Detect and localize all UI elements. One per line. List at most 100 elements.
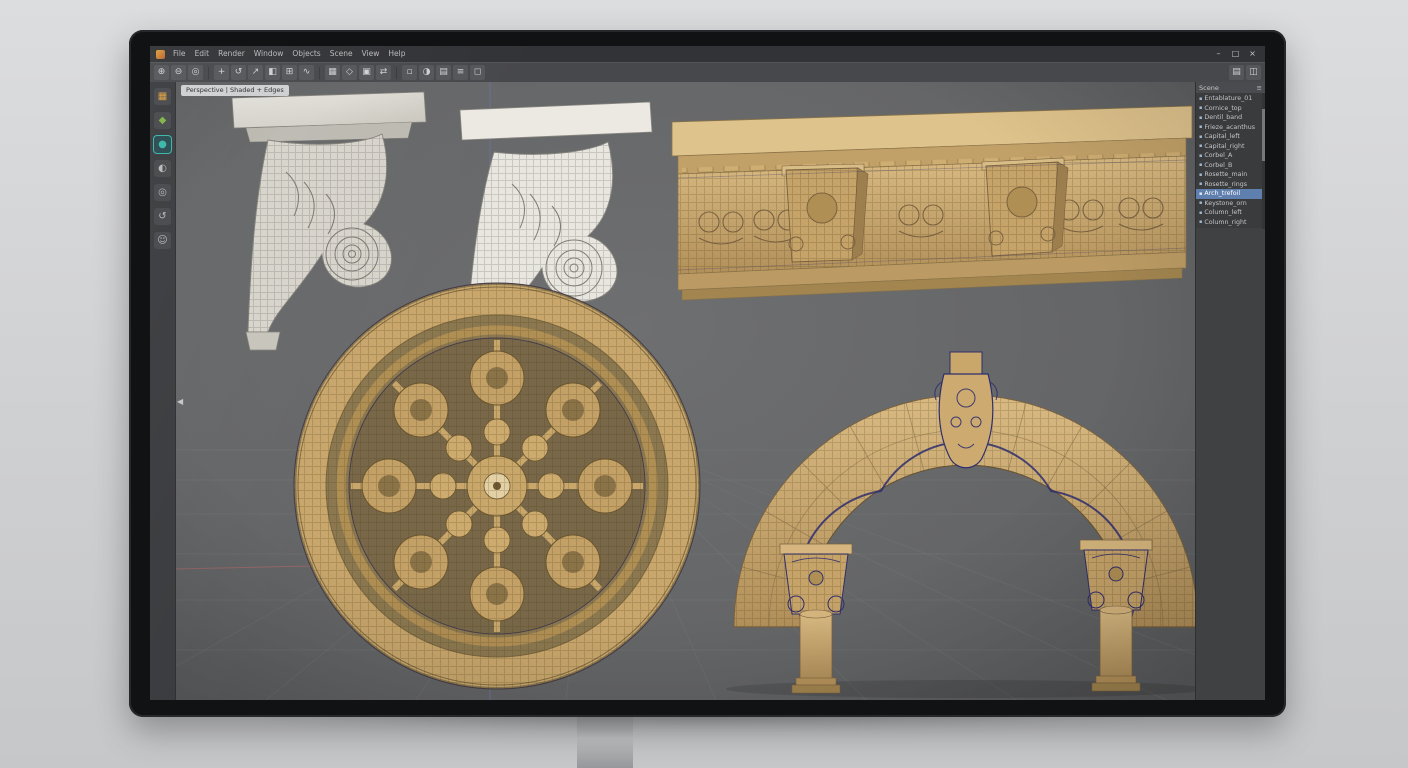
- layers-icon[interactable]: ▤: [436, 65, 451, 80]
- move-tool-icon[interactable]: +: [214, 65, 229, 80]
- wireframe-icon[interactable]: ▫: [402, 65, 417, 80]
- object-cube-icon: ▪: [1199, 96, 1202, 102]
- menu-item-edit[interactable]: Edit: [195, 46, 210, 62]
- outliner-item[interactable]: ▪Capital_left: [1196, 132, 1265, 142]
- object-cube-icon: ▪: [1199, 181, 1202, 187]
- menu-item-scene[interactable]: Scene: [330, 46, 353, 62]
- history-icon[interactable]: ↺: [154, 208, 171, 225]
- object-cube-icon: ▪: [1199, 124, 1202, 130]
- mirror-tool-icon[interactable]: ◧: [265, 65, 280, 80]
- object-cube-icon: ▪: [1199, 134, 1202, 140]
- cube-tool-icon[interactable]: ▦: [154, 88, 171, 105]
- smiley-icon[interactable]: ☺: [154, 232, 171, 249]
- object-cube-icon: ▪: [1199, 162, 1202, 168]
- outliner-item-label: Capital_left: [1204, 133, 1239, 140]
- object-cube-icon: ▪: [1199, 115, 1202, 121]
- menu-item-render[interactable]: Render: [218, 46, 245, 62]
- viewport-vignette: [176, 82, 1195, 700]
- outliner-item[interactable]: ▪Rosette_rings: [1196, 180, 1265, 190]
- swap-view-icon[interactable]: ⇄: [376, 65, 391, 80]
- outliner-item-label: Entablature_01: [1204, 95, 1252, 102]
- monitor-bezel: File Edit Render Window Objects Scene Vi…: [129, 30, 1286, 717]
- maximize-button[interactable]: □: [1229, 48, 1242, 60]
- target-icon[interactable]: ◎: [154, 184, 171, 201]
- main-toolbar: ⊕ ⊖ ◎ + ↺ ↗ ◧ ⊞ ∿ ▦ ◇ ▣ ⇄ ▫ ◑ ▤ ≡ ◻ ▤ ◫: [150, 62, 1265, 82]
- half-shade-icon[interactable]: ◐: [154, 160, 171, 177]
- menu-item-file[interactable]: File: [173, 46, 186, 62]
- outliner-item-selected[interactable]: ▪Arch_trefoil: [1196, 189, 1265, 199]
- outliner-scrollbar-thumb[interactable]: [1262, 109, 1265, 161]
- outliner-item[interactable]: ▪Rosette_main: [1196, 170, 1265, 180]
- menu-bar: File Edit Render Window Objects Scene Vi…: [173, 46, 406, 62]
- outliner-item-label: Frieze_acanthus: [1204, 124, 1255, 131]
- list-icon[interactable]: ≡: [453, 65, 468, 80]
- outliner-scrollbar[interactable]: [1262, 93, 1265, 229]
- outliner-item-label: Column_right: [1204, 219, 1246, 226]
- zoom-in-icon[interactable]: ⊕: [154, 65, 169, 80]
- left-tool-column: ▦ ◆ ● ◐ ◎ ↺ ☺: [150, 82, 176, 700]
- app-window: File Edit Render Window Objects Scene Vi…: [150, 46, 1265, 700]
- outliner-item-label: Corbel_A: [1204, 152, 1232, 159]
- object-cube-icon: ▪: [1199, 143, 1202, 149]
- outliner-item[interactable]: ▪Cornice_top: [1196, 104, 1265, 114]
- render-icon[interactable]: ▣: [359, 65, 374, 80]
- close-button[interactable]: ×: [1246, 48, 1259, 60]
- outliner-item-label: Cornice_top: [1204, 105, 1241, 112]
- outliner-item-label: Rosette_main: [1204, 171, 1247, 178]
- shading-icon[interactable]: ◑: [419, 65, 434, 80]
- viewport-canvas[interactable]: [176, 82, 1195, 700]
- object-cube-icon: ▪: [1199, 200, 1202, 206]
- titlebar: File Edit Render Window Objects Scene Vi…: [150, 46, 1265, 62]
- menu-item-window[interactable]: Window: [254, 46, 284, 62]
- viewport[interactable]: Perspective | Shaded + Edges ◀: [176, 82, 1195, 700]
- menu-item-view[interactable]: View: [362, 46, 380, 62]
- minimize-button[interactable]: –: [1212, 48, 1225, 60]
- panel-toggle-icon[interactable]: ▤: [1229, 65, 1244, 80]
- outliner-item[interactable]: ▪Capital_right: [1196, 142, 1265, 152]
- object-cube-icon: ▪: [1199, 153, 1202, 159]
- object-cube-icon: ▪: [1199, 105, 1202, 111]
- app-logo-icon: [156, 50, 165, 59]
- outliner-item-label: Rosette_rings: [1204, 181, 1247, 188]
- outliner-item-label: Keystone_orn: [1204, 200, 1246, 207]
- outliner-item[interactable]: ▪Keystone_orn: [1196, 199, 1265, 209]
- outliner-item[interactable]: ▪Column_left: [1196, 208, 1265, 218]
- toolbar-separator: [396, 67, 397, 79]
- object-cube-icon: ▪: [1199, 210, 1202, 216]
- menu-item-help[interactable]: Help: [388, 46, 405, 62]
- select-box-icon[interactable]: ◻: [470, 65, 485, 80]
- viewport-label[interactable]: Perspective | Shaded + Edges: [181, 85, 289, 96]
- zoom-extents-icon[interactable]: ◎: [188, 65, 203, 80]
- material-icon[interactable]: ◇: [342, 65, 357, 80]
- zoom-out-icon[interactable]: ⊖: [171, 65, 186, 80]
- scale-tool-icon[interactable]: ↗: [248, 65, 263, 80]
- outliner-item-label: Corbel_B: [1204, 162, 1232, 169]
- outliner-header: Scene ≡: [1196, 82, 1265, 93]
- curve-tool-icon[interactable]: ∿: [299, 65, 314, 80]
- scene-tool-icon[interactable]: ◆: [154, 112, 171, 129]
- outliner-item[interactable]: ▪Dentil_band: [1196, 113, 1265, 123]
- outliner-item[interactable]: ▪Entablature_01: [1196, 94, 1265, 104]
- outliner-item-label: Capital_right: [1204, 143, 1244, 150]
- outliner-item-label: Arch_trefoil: [1204, 190, 1240, 197]
- toolbar-separator: [319, 67, 320, 79]
- menu-item-objects[interactable]: Objects: [292, 46, 320, 62]
- sphere-brush-icon[interactable]: ●: [154, 136, 171, 153]
- window-controls: – □ ×: [1212, 48, 1259, 60]
- outliner-item[interactable]: ▪Corbel_B: [1196, 161, 1265, 171]
- layout-icon[interactable]: ◫: [1246, 65, 1261, 80]
- outliner-item-label: Dentil_band: [1204, 114, 1242, 121]
- outliner-item[interactable]: ▪Corbel_A: [1196, 151, 1265, 161]
- panel-collapse-arrow[interactable]: ◀: [177, 398, 183, 406]
- rotate-tool-icon[interactable]: ↺: [231, 65, 246, 80]
- outliner-menu-icon[interactable]: ≡: [1257, 84, 1262, 92]
- grid-snap-icon[interactable]: ▦: [325, 65, 340, 80]
- array-tool-icon[interactable]: ⊞: [282, 65, 297, 80]
- object-cube-icon: ▪: [1199, 172, 1202, 178]
- outliner-item[interactable]: ▪Frieze_acanthus: [1196, 123, 1265, 133]
- outliner-item-label: Column_left: [1204, 209, 1241, 216]
- toolbar-separator: [208, 67, 209, 79]
- outliner-item[interactable]: ▪Column_right: [1196, 218, 1265, 228]
- object-cube-icon: ▪: [1199, 191, 1202, 197]
- outliner-title: Scene: [1199, 84, 1219, 92]
